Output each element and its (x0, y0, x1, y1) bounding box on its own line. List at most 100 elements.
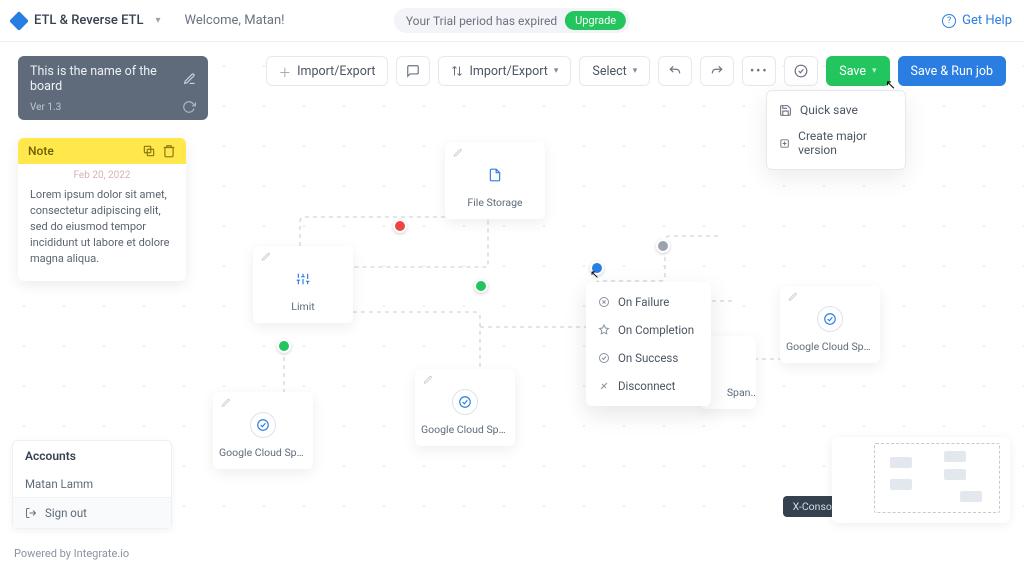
comment-icon (406, 64, 420, 78)
minimap[interactable] (832, 437, 1010, 523)
node-label: Google Cloud Span.. (786, 340, 874, 353)
account-user[interactable]: Matan Lamm (13, 471, 171, 497)
quick-save-item[interactable]: Quick save (767, 97, 905, 123)
accounts-heading: Accounts (13, 441, 171, 471)
create-major-version-item[interactable]: Create major version (767, 123, 905, 163)
flow-canvas[interactable]: This is the name of the board Ver 1.3 ＋ … (0, 42, 1024, 537)
edit-icon[interactable] (453, 148, 463, 158)
note-body: Lorem ipsum dolor sit amet, consectetur … (18, 183, 186, 281)
minimap-node (960, 491, 982, 502)
disconnect-icon (598, 380, 610, 392)
powered-by: Powered by Integrate.io (14, 547, 129, 560)
more-button[interactable]: ••• (742, 56, 776, 86)
save-icon (779, 104, 792, 117)
redo-button[interactable] (700, 56, 734, 86)
product-name: ETL & Reverse ETL (34, 13, 144, 28)
failure-icon (598, 296, 610, 308)
import-export-2-label: Import/Export (469, 64, 547, 79)
quick-save-label: Quick save (800, 103, 858, 117)
edit-icon[interactable] (423, 375, 433, 385)
edit-icon[interactable] (183, 72, 196, 86)
more-icon: ••• (750, 64, 769, 79)
failure-handle[interactable] (393, 219, 407, 233)
sticky-note[interactable]: Note Feb 20, 2022 Lorem ipsum dolor sit … (18, 138, 186, 281)
minimap-node (890, 457, 912, 468)
node-label: Google Cloud Span.. (219, 446, 307, 459)
check-circle-icon (794, 64, 808, 78)
edit-icon[interactable] (221, 398, 231, 408)
node-gcs-2[interactable]: Google Cloud Span.. (415, 369, 515, 446)
edge-context-menu: On Failure On Completion On Success Disc… (586, 282, 711, 406)
note-date: Feb 20, 2022 (18, 164, 186, 183)
ctx-on-completion[interactable]: On Completion (586, 316, 711, 344)
chevron-down-icon: ▾ (554, 66, 559, 76)
node-file-storage[interactable]: File Storage (445, 142, 545, 219)
board-title: This is the name of the board (30, 64, 183, 94)
get-help-link[interactable]: ? Get Help (942, 13, 1012, 28)
import-export-button[interactable]: ＋ Import/Export (266, 56, 389, 86)
product-switcher[interactable]: ETL & Reverse ETL ▾ (12, 13, 161, 28)
trial-text: Your Trial period has expired (406, 14, 557, 28)
save-label: Save (839, 64, 866, 79)
cursor-icon: ↖ (590, 268, 599, 281)
ctx-disconnect[interactable]: Disconnect (586, 372, 711, 400)
ctx-on-success[interactable]: On Success (586, 344, 711, 372)
minimap-node (944, 469, 966, 480)
signout-icon (25, 507, 37, 519)
node-limit[interactable]: Limit (253, 246, 353, 323)
handle-gray[interactable] (656, 239, 670, 253)
trial-banner: Your Trial period has expired Upgrade (394, 8, 630, 33)
major-version-label: Create major version (798, 129, 893, 157)
success-handle[interactable] (474, 279, 488, 293)
board-version: Ver 1.3 (30, 102, 61, 113)
node-gcs-1[interactable]: Google Cloud Span.. (213, 392, 313, 469)
node-label: Span.. (706, 356, 756, 399)
note-title: Note (28, 144, 136, 158)
cloud-icon (458, 395, 472, 409)
comment-button[interactable] (396, 56, 430, 86)
welcome-text: Welcome, Matan! (185, 13, 285, 28)
select-dropdown[interactable]: Select ▾ (579, 56, 650, 86)
upgrade-button[interactable]: Upgrade (565, 11, 626, 30)
brand-logo-icon (9, 11, 29, 31)
copy-icon[interactable] (142, 144, 156, 158)
sign-out-item[interactable]: Sign out (13, 497, 171, 528)
trash-icon[interactable] (162, 144, 176, 158)
minimap-viewport[interactable] (874, 443, 1000, 513)
import-export-label: Import/Export (297, 64, 375, 79)
node-label: Limit (259, 300, 347, 313)
chevron-down-icon: ▾ (633, 66, 638, 76)
import-export-dropdown[interactable]: Import/Export ▾ (438, 56, 571, 86)
undo-icon (668, 64, 682, 78)
edit-icon[interactable] (788, 292, 798, 302)
ctx-label: On Success (618, 351, 678, 365)
board-title-chip: This is the name of the board Ver 1.3 (18, 56, 208, 120)
ctx-on-failure[interactable]: On Failure (586, 288, 711, 316)
success-icon (598, 352, 610, 364)
save-button[interactable]: Save ▾ (826, 56, 889, 86)
node-label: Google Cloud Span.. (421, 423, 509, 436)
validate-button[interactable] (784, 56, 818, 86)
node-gcs-4[interactable]: Google Cloud Span.. (780, 286, 880, 363)
select-label: Select (592, 64, 626, 79)
redo-icon (710, 64, 724, 78)
save-run-label: Save & Run job (911, 64, 993, 79)
refresh-icon[interactable] (182, 100, 196, 114)
success-handle[interactable] (277, 339, 291, 353)
minimap-node (890, 479, 912, 490)
ctx-label: On Failure (618, 295, 669, 309)
sliders-icon (296, 272, 310, 286)
accounts-panel: Accounts Matan Lamm Sign out (12, 440, 172, 529)
node-label: File Storage (451, 196, 539, 209)
chevron-down-icon: ▾ (872, 66, 877, 76)
save-run-button[interactable]: Save & Run job (898, 56, 1006, 86)
file-icon (488, 168, 502, 182)
help-icon: ? (942, 14, 956, 28)
cloud-icon (823, 312, 837, 326)
minimap-node (944, 451, 966, 462)
cursor-icon: ↖ (885, 78, 896, 93)
version-icon (779, 137, 790, 150)
edit-icon[interactable] (261, 252, 271, 262)
cloud-icon (256, 418, 270, 432)
undo-button[interactable] (658, 56, 692, 86)
